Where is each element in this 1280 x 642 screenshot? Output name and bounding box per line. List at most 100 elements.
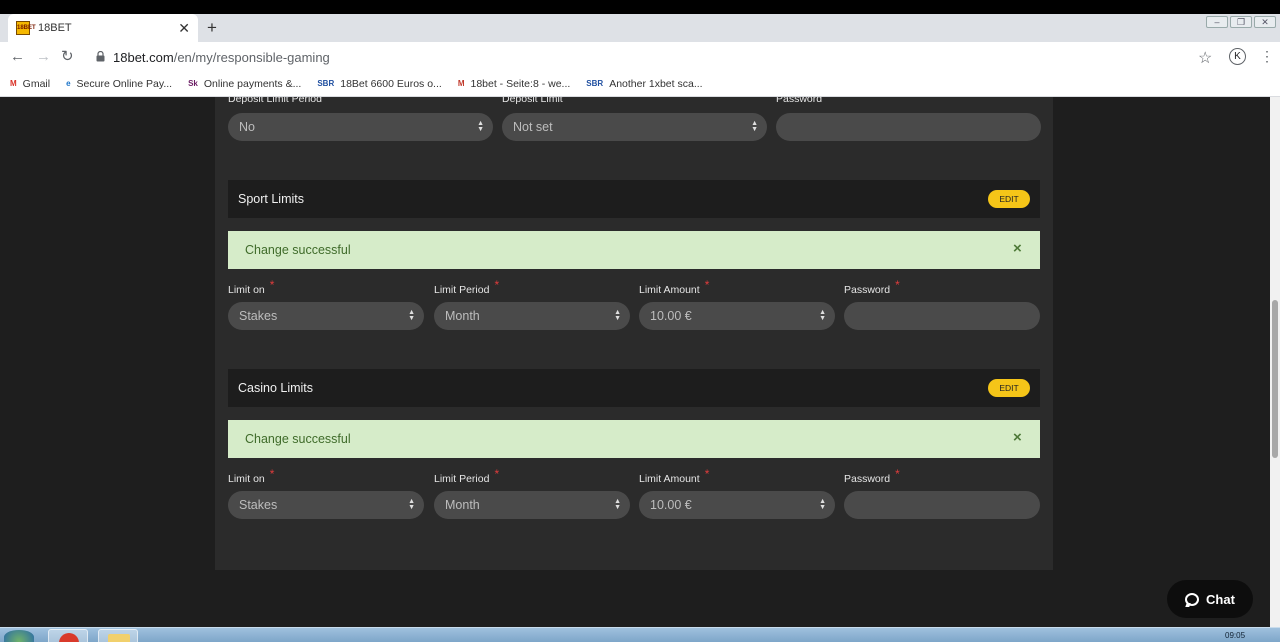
select-arrows-icon: ▲ ▼ — [477, 120, 484, 133]
sport-limit-on-label: Limit on * — [228, 278, 274, 296]
menu-kebab-icon[interactable]: ⋮ — [1260, 48, 1274, 64]
sport-amount-select[interactable]: 10.00 € ▲ ▼ — [639, 302, 835, 330]
sport-edit-button[interactable]: EDIT — [988, 190, 1030, 208]
sport-success-alert: Change successful × — [228, 231, 1040, 269]
bookmark-item[interactable]: M 18bet - Seite:8 - we... — [458, 78, 570, 90]
sbr-icon: SBR — [586, 79, 604, 88]
scrollbar-thumb[interactable] — [1272, 300, 1278, 458]
sbr-icon: SBR — [317, 79, 335, 88]
sport-limit-on-select[interactable]: Stakes ▲ ▼ — [228, 302, 424, 330]
select-arrows-icon: ▲ ▼ — [614, 498, 621, 511]
required-mark: * — [494, 278, 500, 292]
taskbar-chrome-icon[interactable] — [48, 629, 88, 642]
bookmark-label: 18Bet 6600 Euros o... — [340, 78, 442, 90]
casino-alert-close-icon[interactable]: × — [1013, 429, 1022, 446]
forward-icon[interactable]: → — [36, 49, 51, 65]
bookmark-item[interactable]: SBR 18Bet 6600 Euros o... — [317, 78, 441, 90]
deposit-password-input[interactable] — [776, 113, 1041, 141]
sport-limits-title: Sport Limits — [238, 192, 304, 206]
back-icon[interactable]: ← — [10, 49, 25, 65]
casino-amount-label: Limit Amount * — [639, 467, 709, 485]
select-arrows-icon: ▲ ▼ — [408, 309, 415, 322]
start-button-icon[interactable] — [4, 630, 34, 642]
sport-limit-on-text: Limit on — [228, 284, 265, 296]
gmail-icon: M — [10, 79, 17, 88]
casino-period-value: Month — [445, 498, 480, 512]
bookmark-star-icon[interactable]: ☆ — [1198, 48, 1212, 68]
casino-password-label: Password * — [844, 467, 900, 485]
select-arrows-icon: ▲ ▼ — [408, 498, 415, 511]
required-mark: * — [895, 467, 900, 481]
deposit-limit-select[interactable]: Not set ▲ ▼ — [502, 113, 767, 141]
sport-password-text: Password — [844, 284, 891, 296]
casino-limit-on-select[interactable]: Stakes ▲ ▼ — [228, 491, 424, 519]
select-arrows-icon: ▲ ▼ — [819, 309, 826, 322]
sport-password-input[interactable] — [844, 302, 1040, 330]
bookmark-item[interactable]: e Secure Online Pay... — [66, 78, 172, 90]
select-arrows-icon: ▲ ▼ — [751, 120, 758, 133]
window-top-bar — [0, 0, 1280, 14]
bookmark-label: Gmail — [22, 78, 51, 90]
new-tab-icon[interactable]: + — [207, 19, 217, 36]
forum-icon: M — [457, 79, 465, 88]
taskbar-folder-icon[interactable] — [98, 629, 138, 642]
browser-toolbar: ← → ↻ 18bet.com/en/my/responsible-gaming… — [0, 42, 1280, 72]
casino-limit-on-text: Limit on — [228, 473, 265, 485]
sport-alert-text: Change successful — [245, 243, 351, 257]
casino-edit-button[interactable]: EDIT — [988, 379, 1030, 397]
casino-period-select[interactable]: Month ▲ ▼ — [434, 491, 630, 519]
casino-amount-text: Limit Amount — [639, 473, 700, 485]
deposit-period-select[interactable]: No ▲ ▼ — [228, 113, 493, 141]
required-mark: * — [704, 278, 710, 292]
address-bar[interactable]: 18bet.com/en/my/responsible-gaming — [113, 50, 330, 65]
sport-amount-label: Limit Amount * — [639, 278, 709, 296]
close-window-icon[interactable]: ✕ — [1254, 16, 1276, 28]
required-mark: * — [269, 278, 275, 292]
profile-avatar[interactable]: K — [1229, 48, 1246, 65]
minimize-icon[interactable]: – — [1206, 16, 1228, 28]
bookmark-label: Secure Online Pay... — [76, 78, 173, 90]
restore-icon[interactable]: ❐ — [1230, 16, 1252, 28]
sport-period-value: Month — [445, 309, 480, 323]
bookmarks-bar: M Gmail e Secure Online Pay... Sk Online paym… — [0, 72, 1280, 97]
bookmark-label: 18bet - Seite:8 - we... — [470, 78, 571, 90]
window-controls: – ❐ ✕ — [1206, 16, 1276, 28]
url-path: /en/my/responsible-gaming — [173, 50, 330, 65]
responsible-gaming-panel: Deposit Limit Period Deposit Limit Passw… — [215, 97, 1053, 570]
url-host: 18bet.com — [113, 50, 174, 65]
bookmark-item[interactable]: Sk Online payments &... — [188, 78, 301, 90]
casino-limit-on-value: Stakes — [239, 498, 278, 512]
bookmark-item[interactable]: SBR Another 1xbet sca... — [586, 78, 702, 90]
reload-icon[interactable]: ↻ — [61, 49, 74, 65]
sport-period-select[interactable]: Month ▲ ▼ — [434, 302, 630, 330]
casino-alert-text: Change successful — [245, 432, 351, 446]
deposit-period-value: No — [239, 120, 255, 134]
casino-limit-on-label: Limit on * — [228, 467, 274, 485]
sport-period-text: Limit Period — [434, 284, 490, 296]
casino-password-input[interactable] — [844, 491, 1040, 519]
sport-period-label: Limit Period * — [434, 278, 499, 296]
casino-success-alert: Change successful × — [228, 420, 1040, 458]
sport-amount-value: 10.00 € — [650, 309, 692, 323]
casino-amount-select[interactable]: 10.00 € ▲ ▼ — [639, 491, 835, 519]
tab-close-icon[interactable]: ✕ — [178, 21, 190, 35]
tab-title: 18BET — [38, 22, 72, 34]
chat-bubble-icon — [1185, 592, 1200, 606]
casino-limits-title: Casino Limits — [238, 381, 314, 395]
lock-icon — [96, 51, 105, 62]
bookmark-item[interactable]: M Gmail — [10, 78, 50, 90]
required-mark: * — [895, 278, 900, 292]
page-content: Deposit Limit Period Deposit Limit Passw… — [0, 97, 1280, 627]
required-mark: * — [269, 467, 275, 481]
browser-tab[interactable]: 18BET 18BET ✕ — [8, 14, 198, 42]
sport-alert-close-icon[interactable]: × — [1013, 240, 1022, 257]
select-arrows-icon: ▲ ▼ — [614, 309, 621, 322]
deposit-period-label: Deposit Limit Period — [228, 97, 322, 105]
ie-icon: e — [66, 79, 71, 88]
page-scrollbar[interactable] — [1270, 97, 1280, 627]
chat-button[interactable]: Chat — [1167, 580, 1253, 618]
sport-amount-text: Limit Amount — [639, 284, 700, 296]
casino-amount-value: 10.00 € — [650, 498, 692, 512]
casino-period-text: Limit Period — [434, 473, 490, 485]
tab-strip: 18BET 18BET ✕ + – ❐ ✕ — [0, 14, 1280, 42]
